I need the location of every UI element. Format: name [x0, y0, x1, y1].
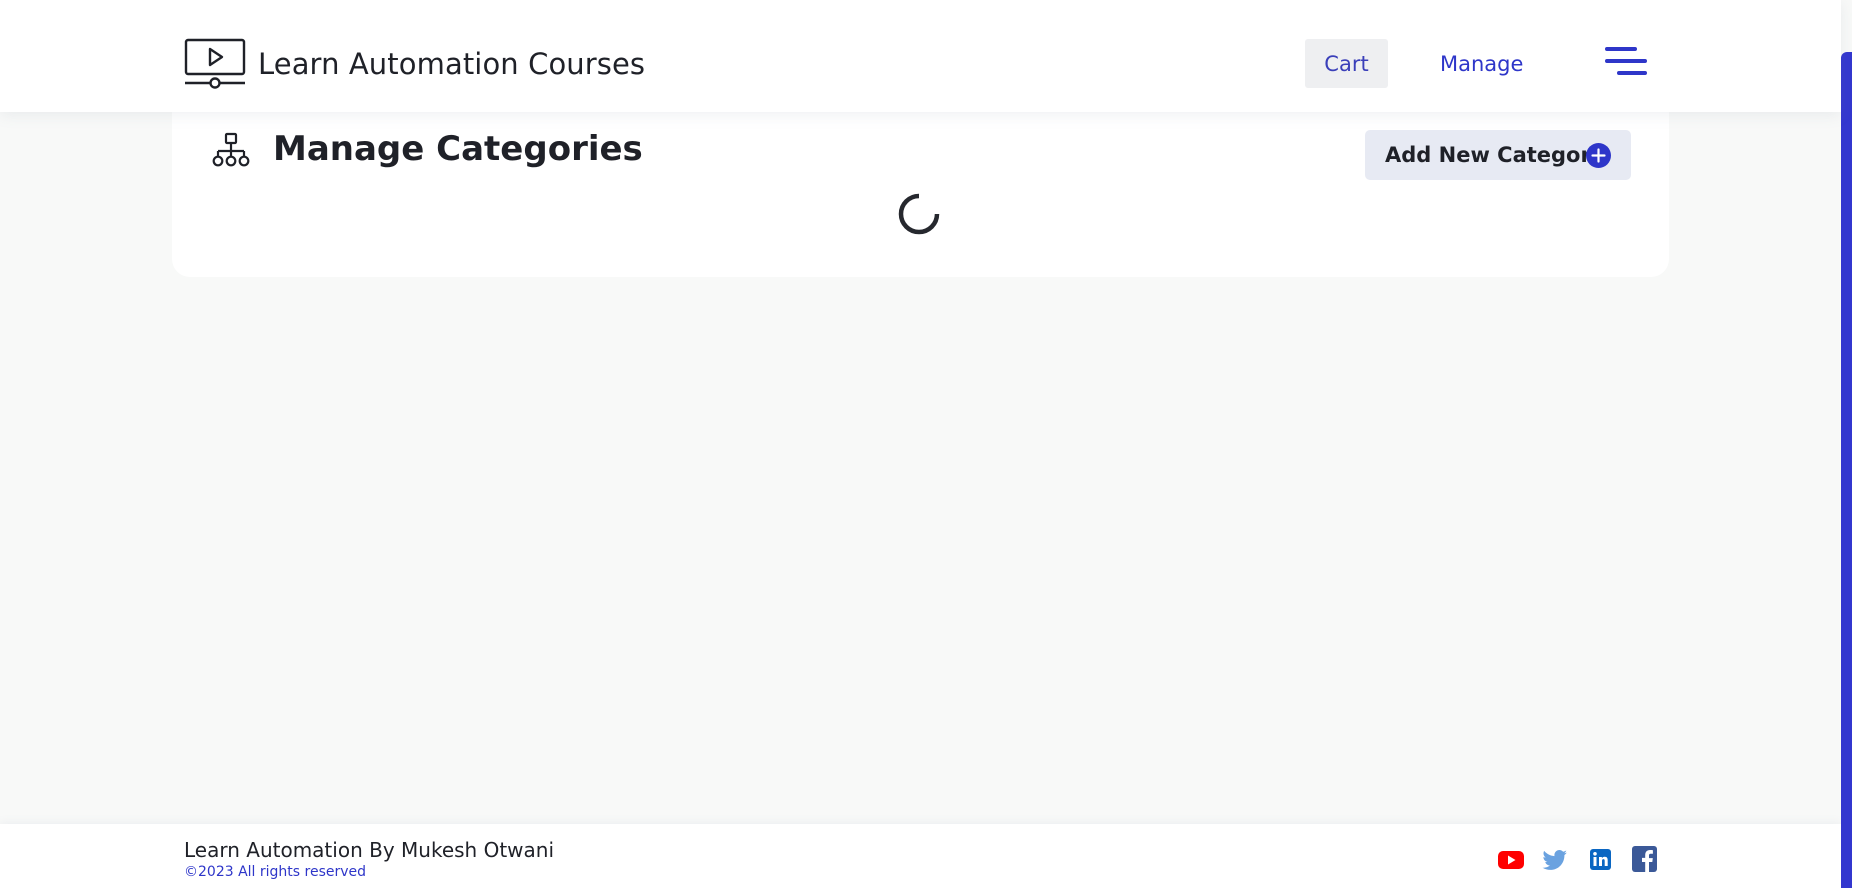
plus-circle-icon [1586, 143, 1611, 168]
hamburger-menu-icon [1605, 47, 1647, 75]
youtube-icon [1498, 851, 1524, 869]
categories-card [172, 92, 1669, 277]
add-new-category-button[interactable]: Add New Category [1365, 130, 1631, 180]
twitter-icon [1542, 850, 1567, 870]
cart-link[interactable]: Cart [1305, 39, 1388, 88]
loading-spinner [898, 193, 940, 235]
top-navbar: Learn Automation Courses Cart Manage [0, 0, 1841, 112]
page-title: Manage Categories [273, 129, 643, 169]
brand-link[interactable]: Learn Automation Courses [184, 38, 645, 90]
linkedin-link[interactable] [1586, 846, 1614, 872]
twitter-link[interactable] [1541, 846, 1569, 872]
footer-title: Learn Automation By Mukesh Otwani [184, 838, 554, 862]
linkedin-icon [1590, 849, 1611, 870]
page: Learn Automation Courses Cart Manage Man… [0, 0, 1852, 888]
add-new-category-label: Add New Category [1385, 143, 1605, 167]
manage-link[interactable]: Manage [1440, 39, 1523, 88]
video-monitor-icon [184, 38, 246, 89]
facebook-icon [1632, 846, 1657, 872]
scrollbar-thumb[interactable] [1841, 52, 1852, 888]
footer-copyright: ©2023 All rights reserved [184, 864, 367, 880]
hierarchy-icon [212, 132, 250, 167]
facebook-link[interactable] [1630, 846, 1658, 872]
footer: Learn Automation By Mukesh Otwani ©2023 … [0, 824, 1841, 888]
youtube-link[interactable] [1497, 846, 1525, 872]
brand-title: Learn Automation Courses [258, 47, 646, 81]
menu-button[interactable] [1604, 46, 1648, 80]
